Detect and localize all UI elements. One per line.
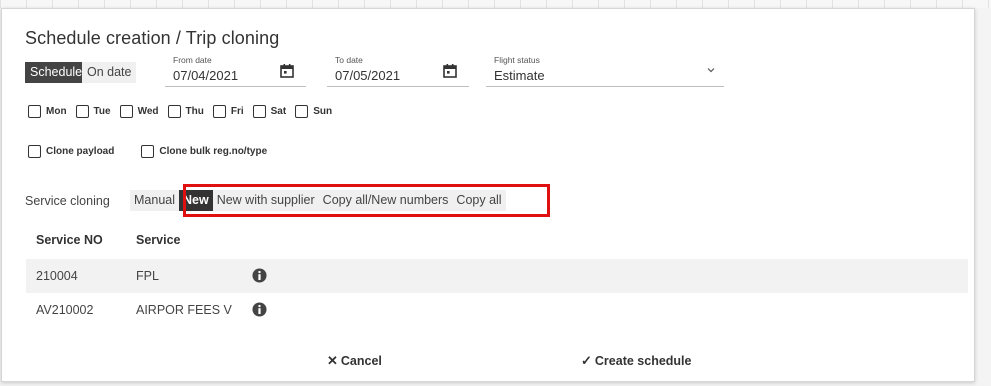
schedule-dialog: Schedule creation / Trip cloning Schedul… [1, 8, 975, 382]
tue-label: Tue [93, 106, 111, 117]
service-cloning-label: Service cloning [25, 194, 110, 208]
from-date-label: From date [173, 55, 212, 65]
dialog-title: Schedule creation / Trip cloning [25, 28, 280, 48]
table-row: 210004 FPL [26, 259, 968, 293]
to-date-label: To date [335, 55, 363, 65]
table-row: AV210002 AIRPOR FEES V [26, 293, 968, 327]
sat-checkbox[interactable] [252, 105, 266, 118]
cancel-button[interactable]: ✕ Cancel [327, 353, 382, 369]
create-schedule-label: Create schedule [594, 354, 692, 368]
mode-on-date-button[interactable]: On date [82, 62, 137, 83]
service-no-cell: 210004 [36, 269, 78, 283]
sun-checkbox[interactable] [295, 105, 309, 118]
to-date-field[interactable]: To date 07/05/2021 [327, 53, 469, 87]
calendar-icon[interactable] [280, 64, 294, 78]
flight-status-select[interactable]: Flight status Estimate [486, 53, 724, 87]
clone-payload-option[interactable]: Clone payload [28, 145, 114, 158]
create-schedule-button[interactable]: ✓ Create schedule [581, 353, 691, 369]
to-date-value[interactable]: 07/05/2021 [335, 68, 400, 83]
flight-status-label: Flight status [494, 55, 540, 65]
fri-checkbox[interactable] [212, 105, 226, 118]
tue-checkbox[interactable] [75, 105, 89, 118]
sun-label: Sun [313, 106, 333, 117]
checkmark-icon: ✓ [581, 353, 592, 368]
chevron-down-icon[interactable] [707, 66, 715, 74]
header-service: Service [136, 233, 181, 247]
clone-payload-checkbox[interactable] [28, 145, 41, 158]
weekday-wed[interactable]: Wed [119, 105, 159, 118]
clone-payload-label: Clone payload [46, 146, 115, 157]
mon-checkbox[interactable] [28, 105, 41, 118]
weekday-mon[interactable]: Mon [28, 105, 67, 118]
service-cell: FPL [136, 269, 159, 283]
highlight-box [183, 184, 550, 217]
service-no-cell: AV210002 [36, 303, 94, 317]
weekday-sun[interactable]: Sun [295, 105, 332, 118]
wed-checkbox[interactable] [119, 105, 133, 118]
mon-label: Mon [46, 106, 67, 117]
weekday-sat[interactable]: Sat [252, 105, 287, 118]
mode-schedule-button[interactable]: Schedule [25, 62, 88, 83]
thu-checkbox[interactable] [167, 105, 181, 118]
clone-bulk-option[interactable]: Clone bulk reg.no/type [141, 145, 267, 158]
service-cloning-manual[interactable]: Manual [130, 190, 179, 211]
weekday-checkboxes: Mon Tue Wed Thu Fri Sat Sun [28, 105, 341, 118]
close-icon: ✕ [327, 353, 338, 368]
cancel-label: Cancel [340, 354, 382, 368]
thu-label: Thu [185, 106, 204, 117]
clone-bulk-checkbox[interactable] [141, 145, 155, 158]
from-date-value[interactable]: 07/04/2021 [173, 68, 238, 83]
weekday-fri[interactable]: Fri [212, 105, 244, 118]
calendar-icon[interactable] [443, 64, 457, 78]
background-grid [0, 0, 991, 8]
sat-label: Sat [270, 106, 287, 117]
info-icon[interactable] [252, 268, 267, 283]
service-cell: AIRPOR FEES V [136, 303, 232, 317]
fri-label: Fri [230, 106, 244, 117]
clone-bulk-label: Clone bulk reg.no/type [159, 146, 268, 157]
from-date-field[interactable]: From date 07/04/2021 [165, 53, 306, 87]
wed-label: Wed [137, 106, 159, 117]
info-icon[interactable] [252, 302, 267, 317]
header-service-no: Service NO [36, 233, 103, 247]
weekday-tue[interactable]: Tue [75, 105, 111, 118]
flight-status-value[interactable]: Estimate [494, 68, 545, 83]
weekday-thu[interactable]: Thu [167, 105, 204, 118]
clone-options: Clone payload Clone bulk reg.no/type [28, 145, 276, 158]
